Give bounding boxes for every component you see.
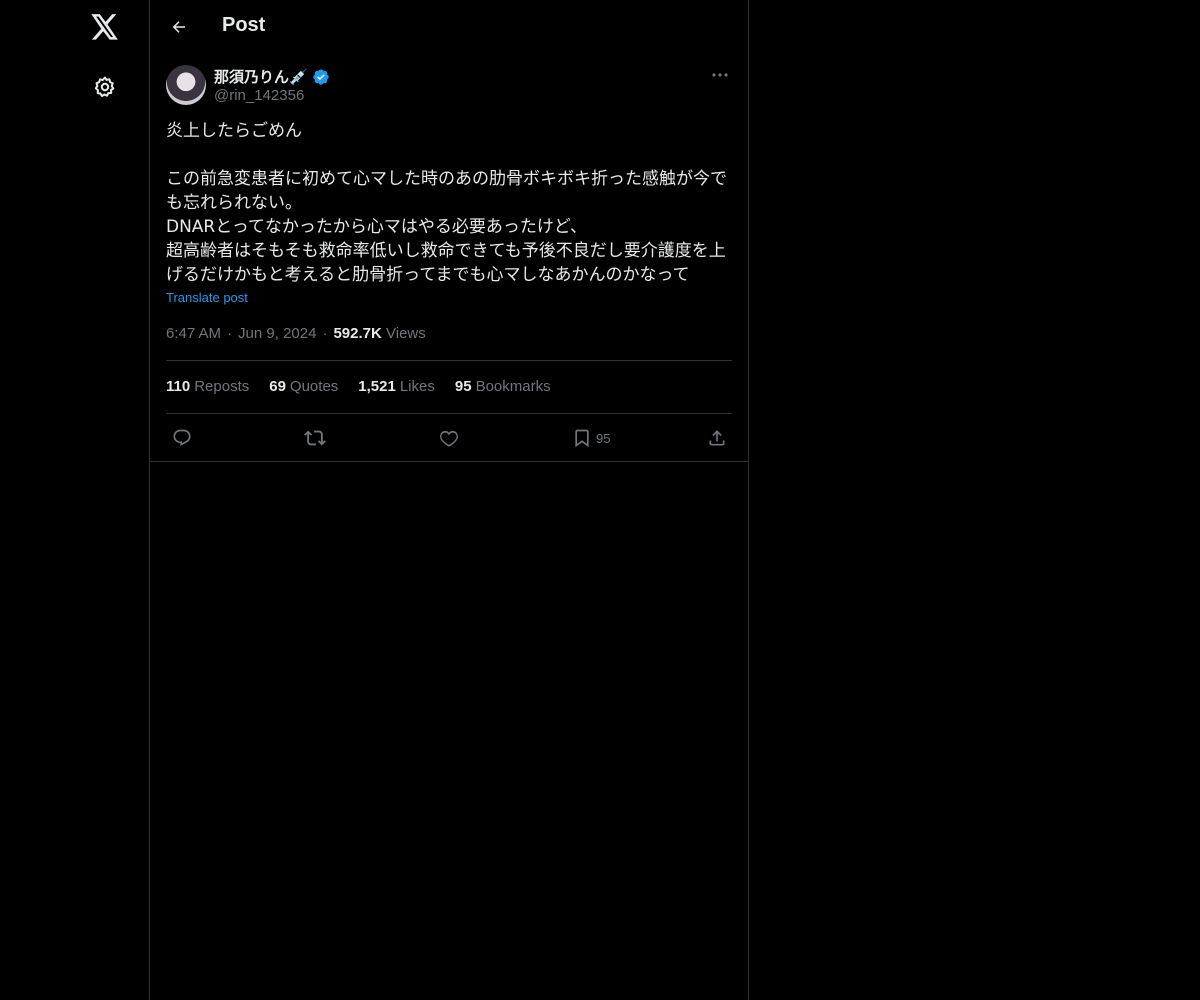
post-meta: 6:47 AM · Jun 9, 2024 · 592.7K Views — [166, 325, 426, 342]
stat-label: Likes — [399, 378, 435, 395]
main-column: Post 那須乃りん💉 @rin_142356 炎上したらごめん この前急変患者… — [150, 0, 749, 1000]
repost-icon — [304, 430, 326, 446]
stat-count: 95 — [454, 378, 472, 395]
translate-post-link[interactable]: Translate post — [166, 290, 248, 305]
views-label: Views — [386, 325, 426, 342]
meta-separator: · — [227, 325, 233, 342]
stat-label: Reposts — [194, 378, 250, 395]
arrow-left-icon — [172, 21, 185, 33]
bookmark-count: 95 — [596, 430, 611, 446]
stat-quotes[interactable]: 69 Quotes — [269, 378, 338, 395]
like-button[interactable] — [439, 423, 459, 453]
divider — [166, 413, 732, 414]
divider — [166, 360, 732, 361]
post-bottom-border — [150, 461, 748, 462]
stat-count: 110 — [166, 378, 191, 395]
heart-icon — [440, 430, 458, 447]
more-dots-icon — [712, 73, 728, 77]
author-handle[interactable]: @rin_142356 — [214, 87, 304, 104]
stat-count: 1,521 — [358, 378, 396, 395]
reply-icon — [173, 429, 191, 446]
left-nav — [0, 0, 150, 1000]
page-header: Post — [150, 0, 748, 54]
stat-likes[interactable]: 1,521 Likes — [358, 378, 435, 395]
stat-reposts[interactable]: 110 Reposts — [166, 378, 249, 395]
post-actions: 95 — [166, 423, 732, 453]
stat-count: 69 — [269, 378, 286, 395]
gear-icon[interactable] — [86, 68, 124, 106]
post-text: 炎上したらごめん この前急変患者に初めて心マした時のあの肋骨ボキボキ折った感触が… — [166, 121, 727, 285]
post-author: 那須乃りん💉 @rin_142356 — [166, 65, 732, 109]
post-views[interactable]: 592.7K Views — [333, 325, 425, 342]
back-button[interactable] — [162, 10, 196, 44]
stat-label: Bookmarks — [475, 378, 551, 395]
repost-button[interactable] — [304, 423, 326, 453]
reply-button[interactable] — [172, 423, 192, 453]
stat-bookmarks[interactable]: 95 Bookmarks — [455, 378, 551, 395]
author-display-name[interactable]: 那須乃りん💉 — [214, 66, 330, 87]
page-title: Post — [222, 14, 266, 36]
post-time[interactable]: 6:47 AM — [166, 325, 221, 342]
verified-badge-icon — [313, 68, 329, 85]
stat-label: Quotes — [289, 378, 339, 395]
post-date[interactable]: Jun 9, 2024 — [238, 325, 316, 342]
share-icon — [709, 430, 725, 446]
share-button[interactable] — [707, 423, 727, 453]
meta-separator: · — [322, 325, 328, 342]
avatar[interactable] — [166, 65, 206, 105]
bookmark-button[interactable]: 95 — [572, 423, 610, 453]
views-count: 592.7K — [333, 325, 382, 342]
x-logo-icon[interactable] — [86, 8, 124, 46]
bookmark-icon — [575, 429, 589, 448]
post-stats: 110 Reposts 69 Quotes 1,521 Likes 95 Bookmar… — [166, 378, 551, 395]
author-name-text: 那須乃りん💉 — [214, 69, 308, 86]
more-options-button[interactable] — [708, 65, 732, 85]
